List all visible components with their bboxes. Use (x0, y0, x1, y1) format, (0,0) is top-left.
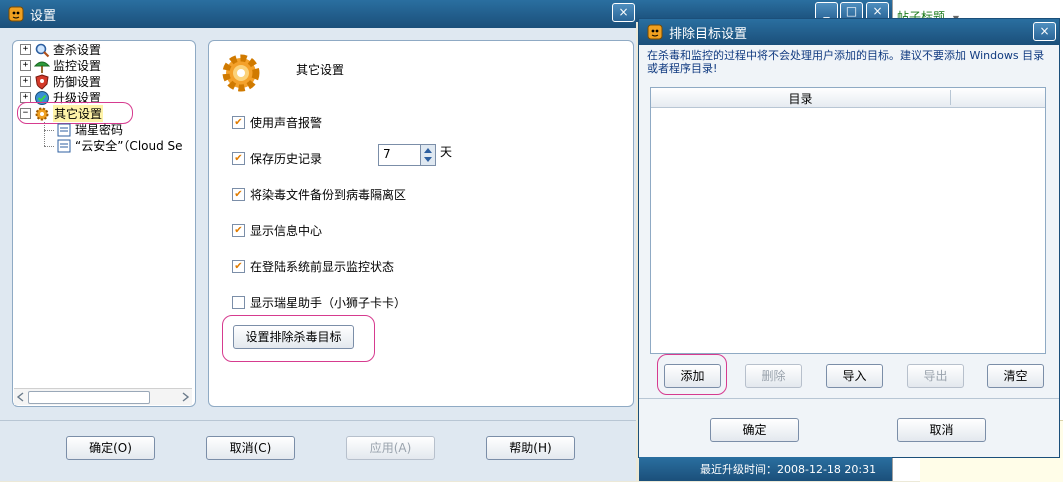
tree-item-label: 查杀设置 (53, 43, 102, 57)
checkbox-backup-quarantine[interactable]: ✔ (232, 188, 245, 201)
gear-icon (222, 54, 260, 92)
expand-icon[interactable]: + (20, 76, 31, 87)
option-info-center[interactable]: ✔ 显示信息中心 (232, 222, 322, 239)
stepper-buttons (420, 145, 435, 165)
checkbox-rising-assistant[interactable] (232, 296, 245, 309)
tree-item-label: 瑞星密码 (75, 123, 124, 137)
tree-horizontal-scrollbar[interactable] (14, 388, 192, 405)
scroll-left-icon[interactable] (16, 392, 26, 402)
tree-item-scan[interactable]: + 查杀设置 (20, 41, 101, 58)
add-target-button[interactable]: 添加 (664, 364, 721, 388)
settings-footer-divider (0, 420, 636, 421)
monitor-icon (34, 61, 50, 73)
settings-close-button[interactable]: × (612, 3, 635, 22)
settings-window-title: 设置 (30, 8, 57, 24)
history-days-stepper[interactable]: 7 (378, 144, 436, 166)
exclude-target-list[interactable]: 目录 (650, 87, 1046, 354)
checkbox-monitor-before-login[interactable]: ✔ (232, 260, 245, 273)
option-label: 在登陆系统前显示监控状态 (250, 260, 395, 274)
history-days-input[interactable]: 7 (383, 147, 391, 161)
ok-button[interactable]: 确定(O) (66, 436, 155, 460)
checkbox-info-center[interactable]: ✔ (232, 224, 245, 237)
option-rising-assistant[interactable]: 显示瑞星助手（小狮子卡卡） (232, 294, 406, 311)
scrollbar-thumb[interactable] (28, 391, 150, 404)
stepper-down-icon[interactable] (423, 156, 433, 164)
shield-icon (35, 73, 49, 90)
exclude-dialog-title: 排除目标设置 (669, 26, 748, 42)
help-button[interactable]: 帮助(H) (486, 436, 575, 460)
list-header: 目录 (651, 88, 1045, 108)
expand-icon[interactable]: + (20, 60, 31, 71)
rising-logo-icon (8, 6, 24, 22)
stepper-up-icon[interactable] (423, 146, 433, 154)
option-save-history[interactable]: ✔ 保存历史记录 (232, 150, 322, 167)
option-monitor-before-login[interactable]: ✔ 在登陆系统前显示监控状态 (232, 258, 394, 275)
settings-titlebar: 设置 (0, 0, 636, 28)
exclude-dialog-divider (639, 398, 1059, 399)
option-label: 保存历史记录 (250, 152, 323, 166)
exclude-description: 在杀毒和监控的过程中将不会处理用户添加的目标。建议不要添加 Windows 目录… (647, 49, 1045, 75)
document-icon (57, 123, 71, 136)
tree-connector (44, 130, 54, 131)
export-targets-button[interactable]: 导出 (907, 364, 964, 388)
checkbox-sound-alert[interactable]: ✔ (232, 116, 245, 129)
clear-targets-button[interactable]: 清空 (987, 364, 1044, 388)
tree-item-defense[interactable]: + 防御设置 (20, 73, 101, 90)
exclude-cancel-button[interactable]: 取消 (897, 418, 986, 442)
option-label: 显示信息中心 (250, 224, 323, 238)
checkbox-save-history[interactable]: ✔ (232, 152, 245, 165)
cancel-button[interactable]: 取消(C) (206, 436, 295, 460)
last-update-time: 最近升级时间：2008-12-18 20:31 (700, 463, 877, 476)
import-targets-button[interactable]: 导入 (826, 364, 883, 388)
rising-logo-icon (647, 24, 663, 40)
exclude-dialog-close-button[interactable]: × (1033, 22, 1056, 41)
tree-item-cloud-security[interactable]: “云安全”（Cloud Se (56, 137, 194, 154)
option-sound-alert[interactable]: ✔ 使用声音报警 (232, 114, 322, 131)
tree-item-monitor[interactable]: + 监控设置 (20, 57, 101, 74)
option-backup-quarantine[interactable]: ✔ 将染毒文件备份到病毒隔离区 (232, 186, 406, 203)
document-icon (57, 139, 71, 152)
option-label: 将染毒文件备份到病毒隔离区 (250, 188, 407, 202)
option-label: 使用声音报警 (250, 116, 323, 130)
scroll-right-icon[interactable] (180, 392, 190, 402)
apply-button[interactable]: 应用(A) (346, 436, 435, 460)
exclude-ok-button[interactable]: 确定 (710, 418, 799, 442)
column-header-directory[interactable]: 目录 (651, 90, 951, 106)
tree-item-rising-password[interactable]: 瑞星密码 (56, 121, 123, 138)
history-days-unit: 天 (440, 145, 453, 159)
delete-target-button[interactable]: 删除 (745, 364, 802, 388)
tree-connector (44, 122, 55, 146)
tree-item-label: 防御设置 (53, 75, 102, 89)
scan-icon (35, 43, 50, 57)
tree-connector (44, 146, 54, 147)
set-exclude-targets-button[interactable]: 设置排除杀毒目标 (233, 325, 354, 349)
option-label: 显示瑞星助手（小狮子卡卡） (250, 296, 407, 310)
expand-icon[interactable]: + (20, 44, 31, 55)
tree-item-label: 监控设置 (53, 59, 102, 73)
tree-item-label: “云安全”（Cloud Se (75, 139, 183, 153)
section-title: 其它设置 (296, 63, 345, 77)
exclude-dialog-titlebar: 排除目标设置 (639, 19, 1059, 45)
